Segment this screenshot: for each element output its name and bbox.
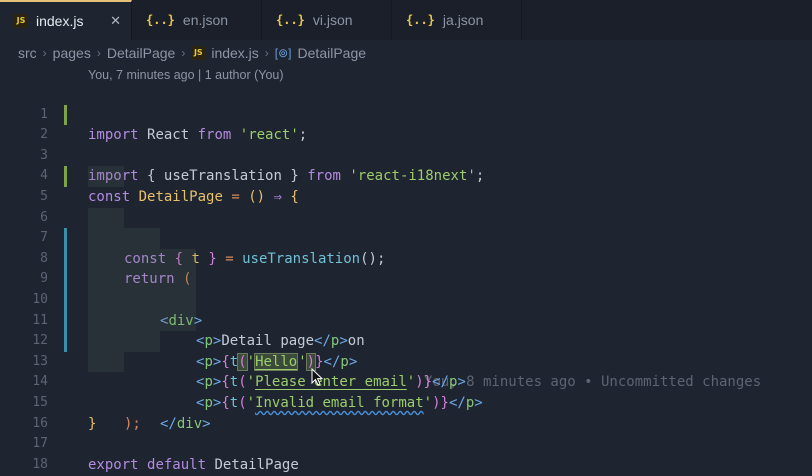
git-modified-marker[interactable] [64, 289, 67, 311]
indent-guide [88, 310, 196, 332]
code-line: 3 [0, 125, 812, 163]
tab-index-js[interactable]: JS index.js ✕ [0, 0, 132, 40]
tab-label: index.js [36, 13, 84, 29]
breadcrumb: src › pages › DetailPage › JS index.js ›… [0, 40, 812, 66]
breadcrumb-item-pages[interactable]: pages [53, 45, 91, 61]
code-line: 17 export default DetailPage [0, 414, 812, 473]
chevron-right-icon: › [42, 46, 47, 60]
git-modified-marker[interactable] [64, 166, 67, 187]
keyword: export [88, 456, 139, 473]
tab-vi-json[interactable]: {..} vi.json [262, 0, 392, 40]
breadcrumb-item-detailpage-folder[interactable]: DetailPage [107, 45, 176, 61]
json-file-icon: {..} [276, 13, 305, 27]
mouse-cursor-icon [311, 368, 323, 386]
code-line: 9 <p>Detail page</p>on [0, 248, 812, 349]
indent-guide [88, 289, 196, 311]
code-line: 14 ); [0, 351, 812, 432]
indent-guide [88, 269, 196, 290]
code-line: 2 import { useTranslation } from 'react-… [0, 104, 812, 184]
tab-bar-filler [522, 0, 812, 40]
indent-guide [88, 228, 160, 249]
close-icon[interactable]: ✕ [110, 14, 121, 29]
indent-guide [88, 207, 124, 229]
git-modified-marker[interactable] [64, 248, 67, 270]
code-line: 16 [0, 393, 812, 431]
breadcrumb-item-file[interactable]: index.js [211, 45, 258, 61]
chevron-right-icon: › [181, 46, 186, 60]
tab-label: ja.json [442, 12, 484, 28]
codelens-blame[interactable]: You, 7 minutes ago | 1 author (You) [88, 68, 284, 82]
line-content: export default DetailPage [88, 455, 299, 476]
js-file-icon: JS [191, 46, 206, 60]
indent-guide [88, 248, 196, 270]
identifier: DetailPage [214, 456, 299, 473]
code-line: 6 [0, 187, 812, 225]
indent-guide [88, 331, 160, 352]
code-line: 5 const { t } = useTranslation(); [0, 166, 812, 267]
git-modified-marker[interactable] [64, 228, 67, 249]
line-number: 18 [32, 456, 48, 472]
chevron-right-icon: › [96, 46, 101, 60]
json-file-icon: {..} [146, 13, 175, 27]
breadcrumb-item-symbol[interactable]: DetailPage [298, 45, 367, 61]
js-file-icon: JS [14, 14, 28, 28]
git-modified-marker[interactable] [64, 331, 67, 352]
tab-bar: JS index.js ✕ {..} en.json {..} vi.json … [0, 0, 812, 40]
code-line: 18 [0, 434, 812, 472]
tab-label: en.json [182, 12, 229, 28]
code-editor[interactable]: 1 import React from 'react'; 2 import { … [0, 84, 812, 473]
code-line: 7 return ( [0, 207, 812, 287]
code-line: 8 <div> [0, 228, 812, 329]
indent-guide [88, 166, 124, 187]
indent-guide [88, 351, 124, 373]
code-line: 13 </div> [0, 331, 812, 432]
git-modified-marker[interactable] [64, 269, 67, 290]
code-line: 12 <p>{t('Invalid email format')}</p> [0, 310, 812, 411]
git-modified-marker[interactable] [64, 310, 67, 332]
chevron-right-icon: › [264, 46, 269, 60]
git-modified-marker[interactable] [64, 104, 67, 126]
code-line: 4 const DetailPage = () ⇒ { [0, 146, 812, 205]
json-file-icon: {..} [406, 13, 435, 27]
code-line: 1 import React from 'react'; [0, 84, 812, 144]
breadcrumb-item-src[interactable]: src [18, 45, 37, 61]
tab-label: vi.json [312, 12, 353, 28]
tab-en-json[interactable]: {..} en.json [132, 0, 262, 40]
keyword: default [147, 456, 207, 473]
code-line: 10 <p>{t('Hello')}</p> You, 8 minutes ag… [0, 269, 812, 390]
tab-ja-json[interactable]: {..} ja.json [392, 0, 522, 40]
code-line: 15 } [0, 372, 812, 432]
code-line: 11 <p>{t('Please enter email')}</p> [0, 289, 812, 390]
symbol-icon: [⊚] [274, 46, 292, 60]
